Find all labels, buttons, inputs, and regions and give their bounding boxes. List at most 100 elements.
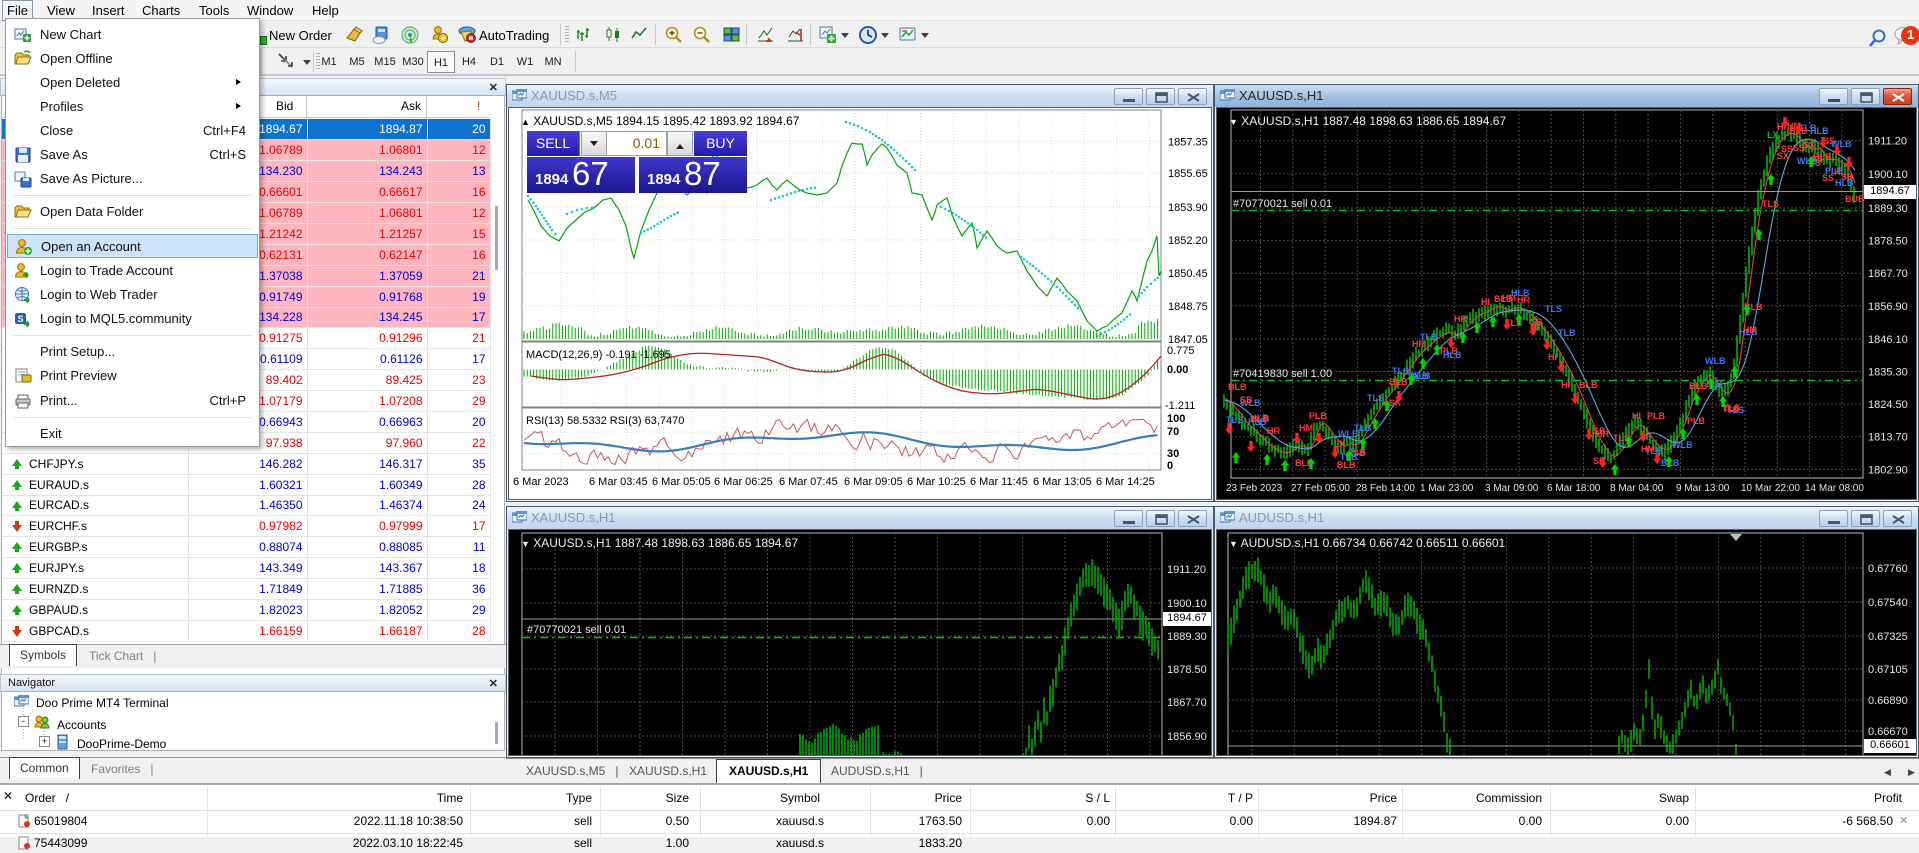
svg-text:PLB: PLB (1309, 411, 1328, 421)
svg-text:0.775: 0.775 (1167, 345, 1195, 357)
svg-text:8 Mar 04:00: 8 Mar 04:00 (1610, 483, 1664, 494)
svg-text:1835.30: 1835.30 (1868, 367, 1908, 379)
svg-text:TLB: TLB (1705, 379, 1723, 389)
svg-text:PLB: PLB (1825, 166, 1844, 176)
svg-text:SB: SB (1353, 448, 1366, 458)
svg-text:HR: HR (1596, 429, 1609, 439)
svg-text:1 Mar 23:00: 1 Mar 23:00 (1420, 483, 1474, 494)
svg-text:1867.70: 1867.70 (1868, 268, 1908, 280)
svg-text:1850.45: 1850.45 (1168, 268, 1208, 280)
svg-text:1867.70: 1867.70 (1167, 697, 1207, 709)
svg-text:3 Mar 09:00: 3 Mar 09:00 (1485, 483, 1539, 494)
svg-text:27 Feb 05:00: 27 Feb 05:00 (1291, 483, 1350, 494)
svg-text:HI: HI (1632, 411, 1641, 421)
svg-text:BLB: BLB (1337, 460, 1356, 470)
svg-text:1911.20: 1911.20 (1167, 564, 1206, 576)
svg-text:RSI(13) 58.5332 RSI(3) 63,747: RSI(13) 58.5332 RSI(3) 63,7470 (526, 415, 684, 427)
svg-text:1853.90: 1853.90 (1168, 202, 1208, 214)
svg-text:6 Mar 03:45: 6 Mar 03:45 (589, 476, 648, 488)
svg-text:14 Mar 08:00: 14 Mar 08:00 (1805, 483, 1864, 494)
svg-text:TLS: TLS (1545, 304, 1562, 314)
svg-text:BLB: BLB (1389, 377, 1408, 387)
svg-text:BUB: BUB (1845, 194, 1865, 204)
svg-text:#70770021 sell 0.01: #70770021 sell 0.01 (1233, 198, 1332, 210)
svg-text:10 Mar 22:00: 10 Mar 22:00 (1741, 483, 1800, 494)
svg-text:0.67325: 0.67325 (1868, 631, 1908, 643)
svg-text:SB: SB (1240, 395, 1253, 405)
svg-text:1856.90: 1856.90 (1167, 731, 1207, 743)
svg-text:HM: HM (1743, 325, 1757, 335)
svg-text:BLB: BLB (1228, 382, 1247, 392)
svg-text:HLB: HLB (1511, 288, 1530, 298)
svg-text:0.00: 0.00 (1167, 364, 1188, 376)
svg-text:0.66890: 0.66890 (1868, 695, 1908, 707)
svg-text:1900.10: 1900.10 (1868, 169, 1908, 181)
svg-text:1846.10: 1846.10 (1868, 334, 1908, 346)
svg-text:6 Mar 10:25: 6 Mar 10:25 (907, 476, 966, 488)
svg-text:1857.35: 1857.35 (1168, 137, 1208, 149)
svg-text:0: 0 (1167, 460, 1173, 472)
svg-text:1855.65: 1855.65 (1168, 168, 1208, 180)
svg-text:TLS: TLS (1762, 199, 1779, 209)
svg-text:6 Mar 11:45: 6 Mar 11:45 (970, 476, 1028, 488)
svg-text:TLB: TLB (1354, 423, 1372, 433)
svg-text:0.66670: 0.66670 (1868, 726, 1908, 738)
svg-text:WLB: WLB (1672, 440, 1693, 450)
svg-text:0.67760: 0.67760 (1868, 563, 1908, 575)
svg-text:1878.50: 1878.50 (1868, 236, 1908, 248)
svg-text:TLS: TLS (1367, 393, 1384, 403)
svg-text:HM: HM (1641, 444, 1655, 454)
svg-text:6 Mar 14:25: 6 Mar 14:25 (1096, 476, 1155, 488)
svg-text:HR: HR (1267, 426, 1280, 436)
svg-text:#70419830 sell 1.00: #70419830 sell 1.00 (1233, 368, 1332, 380)
svg-text:SX: SX (1803, 140, 1815, 150)
svg-text:#70770021 sell 0.01: #70770021 sell 0.01 (527, 624, 626, 636)
svg-text:PLB: PLB (1687, 416, 1706, 426)
svg-text:1889.30: 1889.30 (1868, 203, 1908, 215)
svg-text:1824.50: 1824.50 (1868, 399, 1908, 411)
svg-text:1848.75: 1848.75 (1168, 301, 1208, 313)
svg-text:TLB: TLB (1558, 328, 1576, 338)
svg-text:HI: HI (1481, 297, 1490, 307)
svg-text:BLB: BLB (1579, 380, 1598, 390)
svg-text:23 Feb 2023: 23 Feb 2023 (1226, 483, 1283, 494)
svg-text:0.67540: 0.67540 (1868, 597, 1908, 609)
svg-text:9 Mar 13:00: 9 Mar 13:00 (1676, 483, 1730, 494)
svg-text:30: 30 (1167, 448, 1179, 460)
svg-text:TLB: TLB (1420, 332, 1438, 342)
svg-text:SS: SS (1781, 144, 1793, 154)
svg-text:70: 70 (1167, 426, 1179, 438)
svg-text:1900.10: 1900.10 (1167, 598, 1207, 610)
svg-text:HI: HI (1561, 380, 1570, 390)
svg-text:HLB: HLB (1810, 126, 1829, 136)
svg-text:1802.90: 1802.90 (1868, 464, 1908, 476)
svg-text:HM: HM (1299, 423, 1313, 433)
svg-text:1911.20: 1911.20 (1868, 136, 1907, 148)
svg-text:HR: HR (1454, 314, 1467, 324)
svg-text:HLB: HLB (1835, 178, 1854, 188)
svg-text:S: S (18, 314, 24, 324)
svg-text:100: 100 (1167, 413, 1185, 425)
svg-text:6 Mar 05:05: 6 Mar 05:05 (652, 476, 711, 488)
svg-text:PLB: PLB (1647, 411, 1666, 421)
svg-text:1889.30: 1889.30 (1167, 631, 1207, 643)
svg-text:6 Mar 09:05: 6 Mar 09:05 (844, 476, 903, 488)
svg-text:BLB: BLB (1251, 414, 1270, 424)
svg-text:PLB: PLB (1440, 346, 1459, 356)
svg-text:1813.70: 1813.70 (1868, 432, 1908, 444)
svg-text:28 Feb 14:00: 28 Feb 14:00 (1356, 483, 1415, 494)
svg-text:6 Mar 07:45: 6 Mar 07:45 (779, 476, 838, 488)
svg-text:1856.90: 1856.90 (1868, 301, 1908, 313)
svg-text:0.67105: 0.67105 (1868, 664, 1908, 676)
svg-text:1852.20: 1852.20 (1168, 235, 1208, 247)
svg-text:WLB: WLB (1705, 356, 1726, 366)
svg-text:HI: HI (1548, 352, 1557, 362)
svg-text:TLS: TLS (1392, 366, 1409, 376)
svg-text:6 Mar 18:00: 6 Mar 18:00 (1547, 483, 1601, 494)
svg-text:-1.211: -1.211 (1165, 400, 1195, 412)
svg-text:6 Mar 13:05: 6 Mar 13:05 (1033, 476, 1092, 488)
svg-text:6 Mar 06:25: 6 Mar 06:25 (714, 476, 773, 488)
svg-text:6 Mar 2023: 6 Mar 2023 (513, 476, 569, 488)
svg-text:MACD(12,26,9) -0.191 -1.695: MACD(12,26,9) -0.191 -1.695 (526, 349, 671, 361)
svg-text:1878.50: 1878.50 (1167, 664, 1207, 676)
